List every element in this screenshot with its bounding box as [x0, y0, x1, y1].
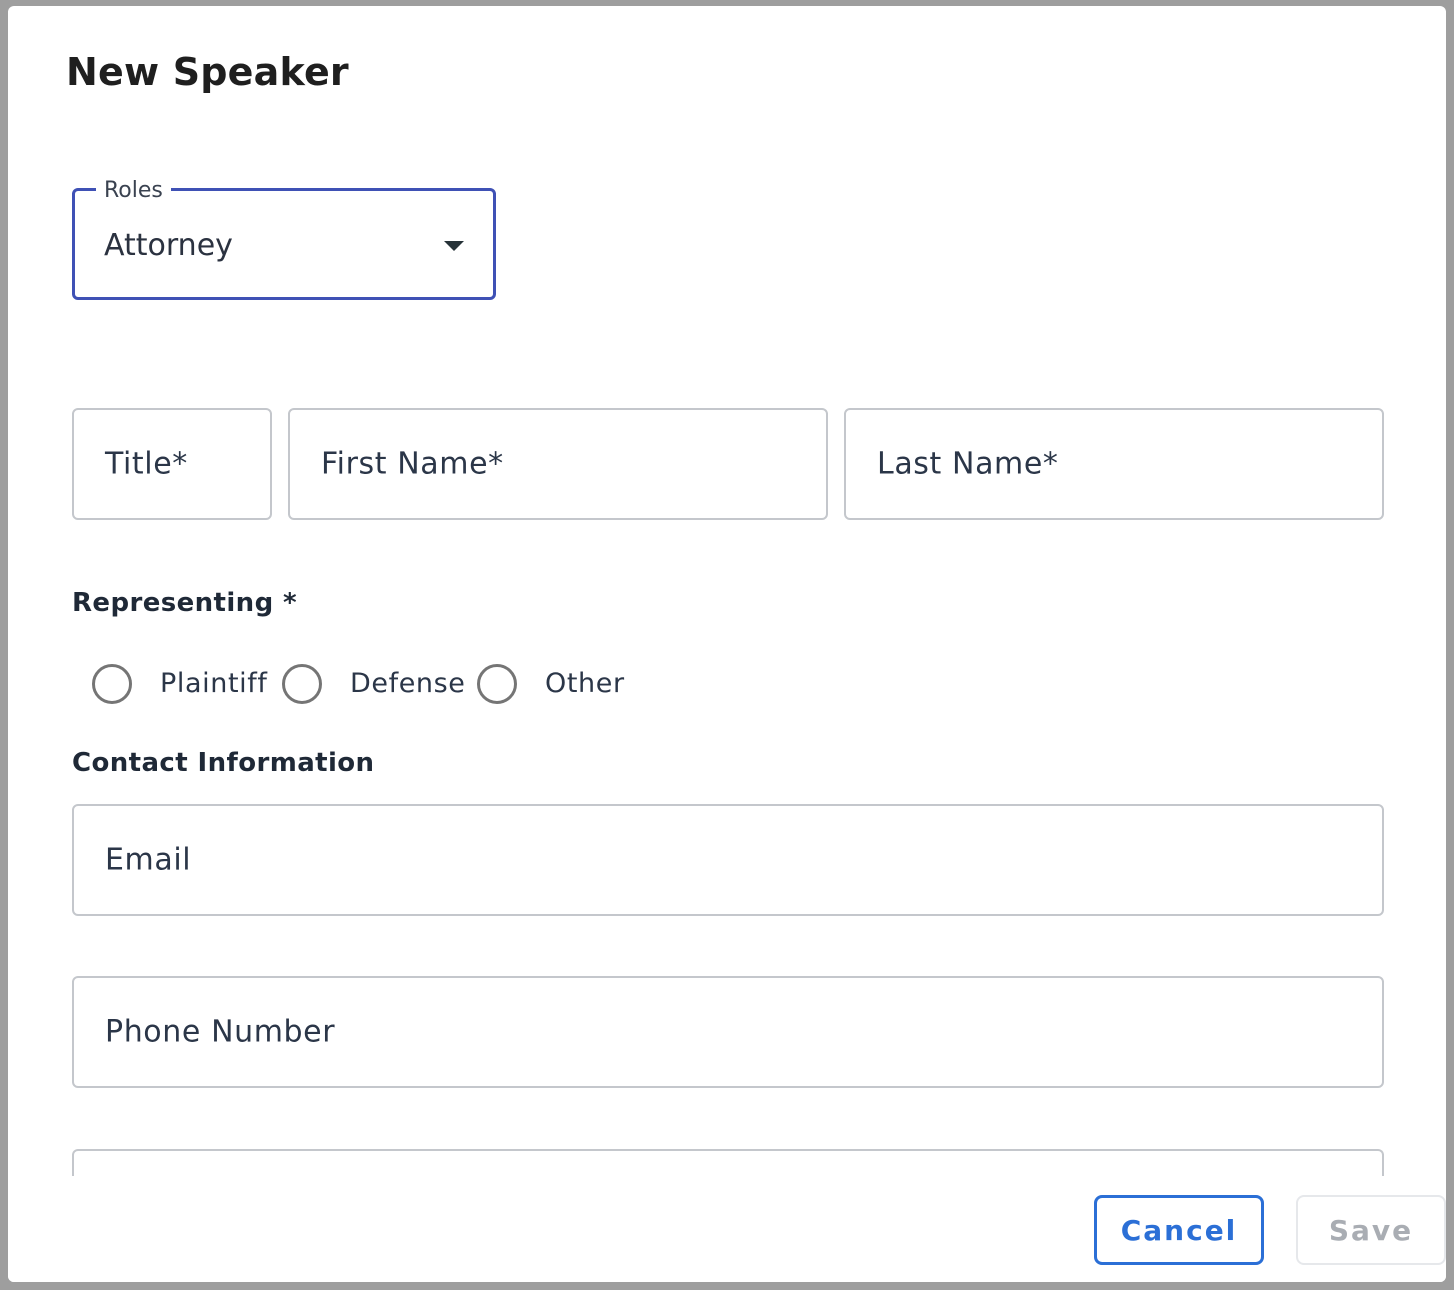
new-speaker-dialog: New Speaker Roles Attorney Title* First … [8, 6, 1446, 1282]
save-button[interactable]: Save [1296, 1195, 1446, 1265]
roles-label: Roles [96, 180, 171, 202]
dialog-title: New Speaker [66, 50, 349, 94]
radio-plaintiff[interactable] [92, 664, 132, 704]
roles-value[interactable]: Attorney [104, 228, 233, 263]
last-name-field[interactable]: Last Name* [844, 408, 1384, 520]
radio-defense[interactable] [282, 664, 322, 704]
phone-number-placeholder: Phone Number [105, 1014, 336, 1050]
contact-information-label: Contact Information [72, 748, 375, 778]
title-placeholder: Title* [105, 446, 188, 482]
representing-label: Representing * [72, 588, 298, 618]
radio-other[interactable] [477, 664, 517, 704]
radio-label-defense[interactable]: Defense [350, 668, 466, 699]
last-name-placeholder: Last Name* [877, 446, 1059, 482]
caret-down-icon[interactable] [444, 241, 464, 251]
phone-number-field[interactable]: Phone Number [72, 976, 1384, 1088]
email-field[interactable]: Email [72, 804, 1384, 916]
radio-label-plaintiff[interactable]: Plaintiff [160, 668, 267, 699]
title-field[interactable]: Title* [72, 408, 272, 520]
radio-label-other[interactable]: Other [545, 668, 625, 699]
first-name-placeholder: First Name* [321, 446, 504, 482]
cancel-button[interactable]: Cancel [1094, 1195, 1264, 1265]
email-placeholder: Email [105, 842, 192, 878]
first-name-field[interactable]: First Name* [288, 408, 828, 520]
